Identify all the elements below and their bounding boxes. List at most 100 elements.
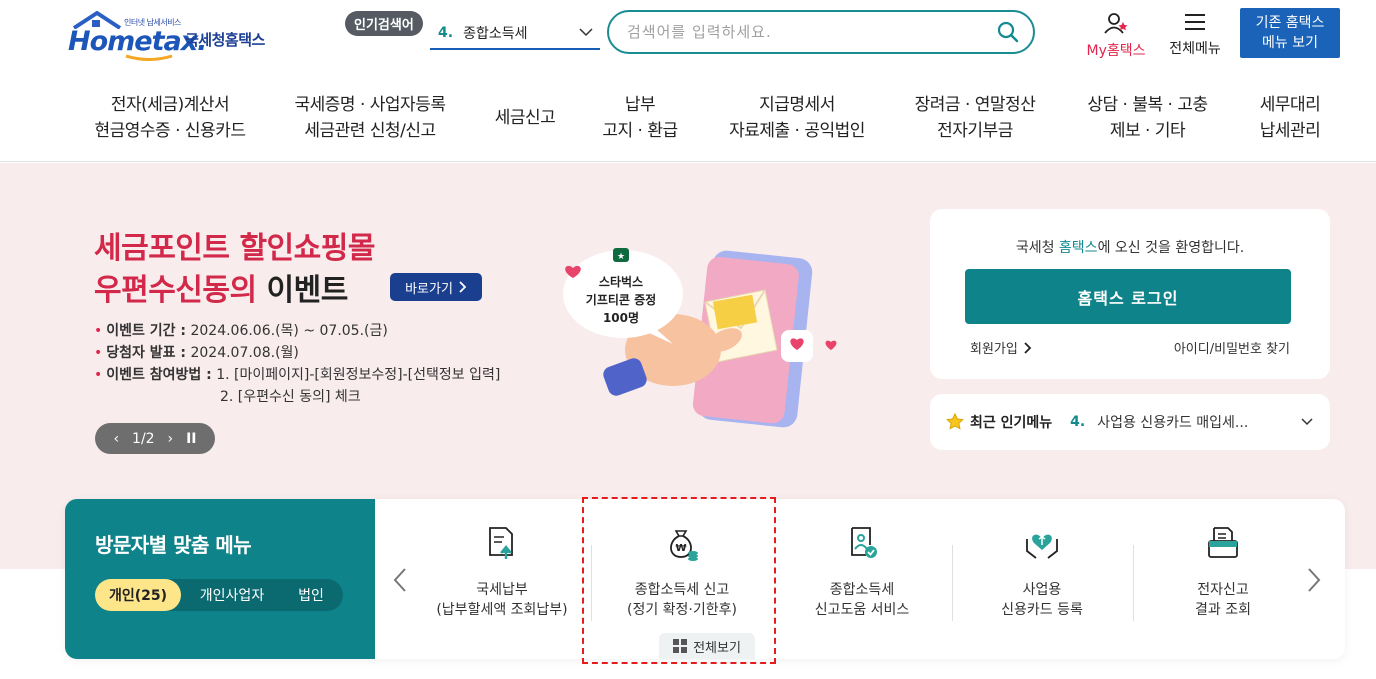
popular-term: 종합소득세 bbox=[463, 26, 528, 42]
chevron-right-icon[interactable] bbox=[1307, 567, 1321, 593]
bubble-line2: 기프티콘 증정 bbox=[586, 292, 656, 307]
chevron-down-icon bbox=[579, 28, 593, 37]
nav-label: 납세관리 bbox=[1259, 121, 1321, 141]
nav-tax-agent[interactable]: 세무대리 납세관리 bbox=[1240, 92, 1340, 144]
event-method-value1: 1. [마이페이지]-[회원정보수정]-[선택정보 입력] bbox=[211, 367, 501, 383]
nav-payment-statement[interactable]: 지급명세서 자료제출 · 공익법인 bbox=[712, 92, 882, 144]
main-nav: 전자(세금)계산서 현금영수증 · 신용카드 국세증명 · 사업자등록 세금관련… bbox=[0, 84, 1376, 162]
hometax-logo[interactable]: 인터넷 납세서비스 Hometax. 국세청홈택스 bbox=[66, 10, 286, 62]
event-title-line2-dark: 이벤트 bbox=[256, 273, 349, 308]
old-menu-line2: 메뉴 보기 bbox=[1262, 35, 1318, 51]
star-icon bbox=[946, 413, 964, 430]
menu-item-national-tax-payment[interactable]: 국세납부 (납부할세액 조회납부) bbox=[412, 499, 592, 659]
prev-slide-button[interactable]: ‹ bbox=[113, 431, 119, 447]
bullet-icon: • bbox=[94, 323, 103, 339]
join-label: 회원가입 bbox=[970, 342, 1018, 357]
heart-hands-icon bbox=[1026, 534, 1058, 559]
logo-swoosh-icon bbox=[125, 54, 173, 61]
pager-count: 1/2 bbox=[132, 430, 155, 447]
event-period-value: 2024.06.06.(목) ~ 07.05.(금) bbox=[186, 323, 388, 339]
chevron-right-icon bbox=[1024, 341, 1032, 354]
recent-value: 사업용 신용카드 매입세... bbox=[1097, 415, 1249, 431]
goto-event-button[interactable]: 바로가기 bbox=[390, 273, 482, 301]
event-title-line2-red: 우편수신동의 bbox=[94, 273, 257, 308]
menu-item-sublabel: 결과 조회 bbox=[1195, 602, 1251, 618]
welcome-hometax: 홈택스 bbox=[1058, 240, 1098, 256]
hamburger-icon bbox=[1185, 14, 1205, 30]
menu-item-e-filing-result[interactable]: 전자신고 결과 조회 bbox=[1133, 499, 1313, 659]
next-slide-button[interactable]: › bbox=[168, 431, 174, 447]
banner-pager: ‹ 1/2 › II bbox=[95, 423, 215, 454]
chevron-left-icon[interactable] bbox=[393, 567, 407, 593]
search-input[interactable] bbox=[627, 22, 977, 42]
nav-tax-filing[interactable]: 세금신고 bbox=[480, 105, 570, 131]
recent-popular-menu[interactable]: 최근 인기메뉴 4. 사업용 신용카드 매입세... bbox=[930, 394, 1330, 450]
visitor-menu-header: 방문자별 맞춤 메뉴 개인(25) 개인사업자 법인 bbox=[65, 499, 375, 659]
recent-title: 최근 인기메뉴 bbox=[970, 415, 1053, 431]
event-method-label: 이벤트 참여방법 : bbox=[106, 367, 212, 383]
find-id-password-link[interactable]: 아이디/비밀번호 찾기 bbox=[1174, 338, 1290, 357]
consult-document-icon bbox=[851, 527, 877, 558]
login-button[interactable]: 홈택스 로그인 bbox=[965, 269, 1291, 324]
menu-item-label: 사업용 bbox=[1022, 582, 1062, 598]
segment-corporation[interactable]: 법인 bbox=[283, 579, 339, 611]
nav-payment[interactable]: 납부 고지 · 환급 bbox=[590, 92, 690, 144]
nav-label: 상담 · 불복 · 고충 bbox=[1087, 95, 1208, 115]
nav-incentive[interactable]: 장려금 · 연말정산 전자기부금 bbox=[900, 92, 1050, 144]
event-title: 세금포인트 할인쇼핑몰 우편수신동의 이벤트 bbox=[94, 228, 375, 312]
svg-text:₩: ₩ bbox=[675, 543, 686, 554]
old-hometax-menu-button[interactable]: 기존 홈택스 메뉴 보기 bbox=[1240, 8, 1340, 58]
menu-item-sublabel: (정기 확정·기한후) bbox=[627, 602, 737, 618]
menu-item-sublabel: 신고도움 서비스 bbox=[814, 602, 910, 618]
bullet-icon: • bbox=[94, 367, 103, 383]
search-box bbox=[607, 10, 1035, 54]
event-announce-value: 2024.07.08.(월) bbox=[186, 345, 299, 361]
chevron-right-icon bbox=[459, 281, 467, 293]
menu-item-label: 국세납부 bbox=[476, 582, 528, 598]
bubble-line3: 100명 bbox=[603, 311, 639, 325]
menu-item-sublabel: (납부할세액 조회납부) bbox=[436, 602, 568, 618]
popular-search-select[interactable]: 4. 종합소득세 bbox=[430, 18, 600, 50]
nav-label: 지급명세서 bbox=[759, 95, 835, 115]
event-title-line1: 세금포인트 할인쇼핑몰 bbox=[94, 231, 375, 266]
search-icon[interactable] bbox=[997, 21, 1019, 43]
event-details: • 이벤트 기간 : 2024.06.06.(목) ~ 07.05.(금) • 당첨… bbox=[94, 320, 500, 408]
logo-korean-name: 국세청홈택스 bbox=[185, 31, 265, 49]
nav-label: 고지 · 환급 bbox=[602, 121, 678, 141]
segment-individual[interactable]: 개인(25) bbox=[95, 579, 181, 611]
visitor-menu-title: 방문자별 맞춤 메뉴 bbox=[95, 533, 252, 557]
grid-icon bbox=[673, 639, 688, 653]
nav-label: 장려금 · 연말정산 bbox=[914, 95, 1036, 115]
menu-item-business-credit-card[interactable]: 사업용 신용카드 등록 bbox=[952, 499, 1132, 659]
event-announce-label: 당첨자 발표 : bbox=[106, 345, 187, 361]
all-menu-label: 전체메뉴 bbox=[1169, 41, 1221, 57]
all-menu-button[interactable]: 전체메뉴 bbox=[1163, 12, 1227, 58]
menu-item-filing-help-service[interactable]: 종합소득세 신고도움 서비스 bbox=[772, 499, 952, 659]
menu-item-sublabel: 신용카드 등록 bbox=[1001, 602, 1083, 618]
join-link[interactable]: 회원가입 bbox=[970, 338, 1032, 357]
nav-e-invoice[interactable]: 전자(세금)계산서 현금영수증 · 신용카드 bbox=[80, 92, 260, 144]
nav-consulting[interactable]: 상담 · 불복 · 고충 제보 · 기타 bbox=[1075, 92, 1220, 144]
view-all-button[interactable]: 전체보기 bbox=[659, 633, 755, 659]
event-method-value2: 2. [우편수신 동의] 체크 bbox=[220, 389, 361, 405]
event-illustration: ★ 스타벅스 기프티콘 증정 100명 bbox=[563, 248, 837, 428]
welcome-prefix: 국세청 bbox=[1015, 240, 1059, 256]
svg-text:★: ★ bbox=[617, 252, 625, 262]
money-bag-icon: ₩ bbox=[670, 530, 698, 561]
bullet-icon: • bbox=[94, 345, 103, 361]
nav-label: 국세증명 · 사업자등록 bbox=[294, 95, 446, 115]
event-period-label: 이벤트 기간 : bbox=[106, 323, 187, 339]
menu-item-label: 종합소득세 bbox=[829, 582, 895, 598]
segment-sole-proprietor[interactable]: 개인사업자 bbox=[181, 579, 283, 611]
pause-button[interactable]: II bbox=[186, 431, 196, 447]
nav-label: 전자기부금 bbox=[937, 121, 1013, 141]
my-hometax-button[interactable]: My홈택스 bbox=[1081, 12, 1151, 60]
welcome-suffix: 에 오신 것을 환영합니다. bbox=[1097, 240, 1245, 256]
header: 인터넷 납세서비스 Hometax. 국세청홈택스 인기검색어 4. 종합소득세… bbox=[0, 0, 1376, 80]
nav-certificates[interactable]: 국세증명 · 사업자등록 세금관련 신청/신고 bbox=[280, 92, 460, 144]
nav-label: 자료제출 · 공익법인 bbox=[729, 121, 865, 141]
user-icon bbox=[1104, 13, 1128, 34]
menu-item-label: 전자신고 bbox=[1197, 582, 1249, 598]
nav-label: 납부 bbox=[624, 95, 656, 115]
popular-search-badge: 인기검색어 bbox=[345, 11, 423, 36]
